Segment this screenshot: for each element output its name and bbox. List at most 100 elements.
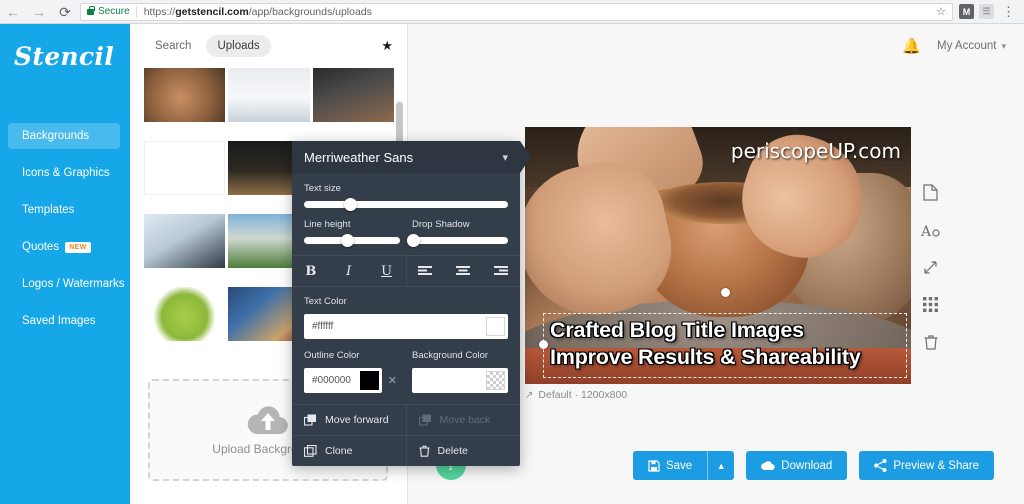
trash-icon: [418, 445, 430, 457]
thumbnail-item[interactable]: [228, 68, 310, 122]
app-root: ← → ⟳ Secure https://getstencil.com/app/…: [0, 0, 1024, 504]
sidebar-item-backgrounds[interactable]: Backgrounds: [8, 123, 120, 149]
sidebar-item-label: Backgrounds: [22, 130, 90, 142]
address-bar[interactable]: Secure https://getstencil.com/app/backgr…: [80, 2, 953, 21]
bell-icon[interactable]: 🔔: [902, 37, 921, 55]
italic-button[interactable]: I: [330, 256, 368, 286]
extension-icon-m[interactable]: M: [959, 4, 974, 19]
clone-label: Clone: [325, 445, 353, 457]
drop-shadow-slider[interactable]: [407, 234, 508, 247]
svg-text:A: A: [921, 224, 932, 238]
align-right-button[interactable]: [482, 256, 520, 286]
forward-icon[interactable]: →: [26, 0, 52, 24]
line-height-knob[interactable]: [340, 234, 354, 247]
layer-menu-row-1: Move forward Move back: [292, 405, 520, 435]
sidebar-item-icons-graphics[interactable]: Icons & Graphics: [8, 160, 120, 186]
tab-search[interactable]: Search: [144, 35, 202, 57]
line-shadow-controls: Line height Drop Shadow: [292, 219, 520, 255]
browser-toolbar: ← → ⟳ Secure https://getstencil.com/app/…: [0, 0, 1024, 24]
background-color-field[interactable]: [412, 368, 508, 393]
outline-color-field[interactable]: #000000: [304, 368, 382, 393]
background-color-label: Background Color: [412, 350, 489, 361]
text-color-field[interactable]: #ffffff: [304, 314, 508, 339]
thumbnail-item[interactable]: [144, 68, 226, 122]
clone-button[interactable]: Clone: [292, 436, 406, 466]
outline-color-swatch[interactable]: [359, 371, 379, 390]
sidebar-item-saved-images[interactable]: Saved Images: [8, 308, 120, 334]
download-button[interactable]: Download: [746, 451, 848, 480]
design-canvas[interactable]: periscopeUP.com Crafted Blog Title Image…: [525, 127, 911, 384]
resize-icon: ↗: [525, 389, 534, 401]
extensions-area: M ☰ ⋮: [959, 4, 1024, 19]
align-center-button[interactable]: [444, 256, 482, 286]
save-options-caret[interactable]: ▲: [707, 451, 735, 480]
sidebar-item-label: Saved Images: [22, 315, 96, 327]
outline-background-controls: Outline Color #000000 ✕ Background Color: [292, 350, 520, 404]
close-icon[interactable]: ✕: [385, 374, 400, 387]
text-color-swatch[interactable]: [486, 317, 505, 336]
preview-share-button[interactable]: Preview & Share: [859, 451, 994, 480]
move-forward-label: Move forward: [325, 414, 389, 426]
canvas-text-element[interactable]: Crafted Blog Title Images Improve Result…: [539, 287, 907, 378]
thumbnail-item[interactable]: [144, 287, 226, 341]
sidebar-item-logos-watermarks[interactable]: Logos / Watermarks: [8, 271, 124, 297]
move-back-button: Move back: [405, 405, 521, 435]
sidebar-item-templates[interactable]: Templates: [8, 197, 120, 223]
kebab-menu-icon[interactable]: ⋮: [999, 5, 1018, 18]
account-menu[interactable]: My Account ▾: [937, 40, 1006, 52]
star-icon[interactable]: ☆: [936, 5, 946, 18]
library-tabs: Search Uploads ★: [130, 24, 407, 68]
outline-color-control: Outline Color #000000 ✕: [304, 350, 400, 393]
align-left-icon: [418, 265, 433, 275]
save-button[interactable]: Save: [632, 451, 708, 480]
align-center-icon: [456, 265, 471, 275]
sidebar-item-label: Quotes: [22, 241, 60, 253]
text-size-slider[interactable]: [304, 198, 508, 211]
cloud-download-icon: [761, 461, 775, 471]
canvas-watermark[interactable]: periscopeUP.com: [731, 139, 901, 163]
thumbnail-item[interactable]: [144, 141, 226, 195]
delete-button[interactable]: Delete: [405, 436, 521, 466]
back-icon[interactable]: ←: [0, 0, 26, 24]
chevron-down-icon: ▾: [1001, 40, 1006, 51]
reload-icon[interactable]: ⟳: [52, 0, 78, 24]
move-forward-button[interactable]: Move forward: [292, 405, 406, 435]
bold-button[interactable]: B: [292, 256, 330, 286]
url-domain: getstencil.com: [175, 5, 249, 18]
outline-color-value: #000000: [312, 375, 351, 386]
delete-label: Delete: [437, 445, 468, 457]
extension-icon-secondary[interactable]: ☰: [979, 4, 994, 19]
canvas-container: periscopeUP.com Crafted Blog Title Image…: [525, 127, 911, 384]
tab-uploads[interactable]: Uploads: [206, 35, 271, 57]
align-left-button[interactable]: [407, 256, 445, 286]
sidebar-item-quotes[interactable]: Quotes NEW: [8, 234, 120, 260]
resize-handle[interactable]: [539, 339, 548, 349]
resize-icon[interactable]: [923, 260, 938, 275]
save-split-button: Save ▲: [632, 451, 735, 480]
page-icon[interactable]: [923, 184, 938, 201]
sidebar-item-label: Logos / Watermarks: [22, 278, 125, 290]
layer-actions-menu: Move forward Move back Clone Delete: [292, 404, 520, 466]
star-filled-icon[interactable]: ★: [381, 38, 393, 54]
url-scheme: https://: [143, 5, 176, 18]
grid-icon[interactable]: [923, 297, 938, 312]
text-icon[interactable]: A: [921, 223, 940, 238]
drop-shadow-knob[interactable]: [407, 234, 421, 247]
share-icon: [874, 459, 887, 472]
rotate-handle[interactable]: [721, 287, 730, 297]
thumbnail-item[interactable]: [312, 68, 394, 122]
layer-menu-row-2: Clone Delete: [292, 435, 520, 466]
save-label: Save: [665, 459, 693, 472]
line-height-label: Line height: [304, 219, 351, 230]
thumbnail-item[interactable]: [144, 214, 226, 268]
background-color-swatch[interactable]: [486, 371, 505, 390]
move-forward-icon: [304, 414, 316, 426]
font-selector[interactable]: Merriweather Sans ▾: [292, 141, 531, 174]
canvas-size-info[interactable]: ↗ Default · 1200x800: [525, 389, 627, 401]
line-height-slider[interactable]: [304, 234, 400, 247]
trash-icon[interactable]: [924, 334, 938, 350]
chevron-down-icon: ▾: [502, 152, 508, 164]
text-size-knob[interactable]: [344, 198, 358, 211]
omnibox-divider: [135, 5, 137, 18]
underline-button[interactable]: U: [368, 256, 406, 286]
